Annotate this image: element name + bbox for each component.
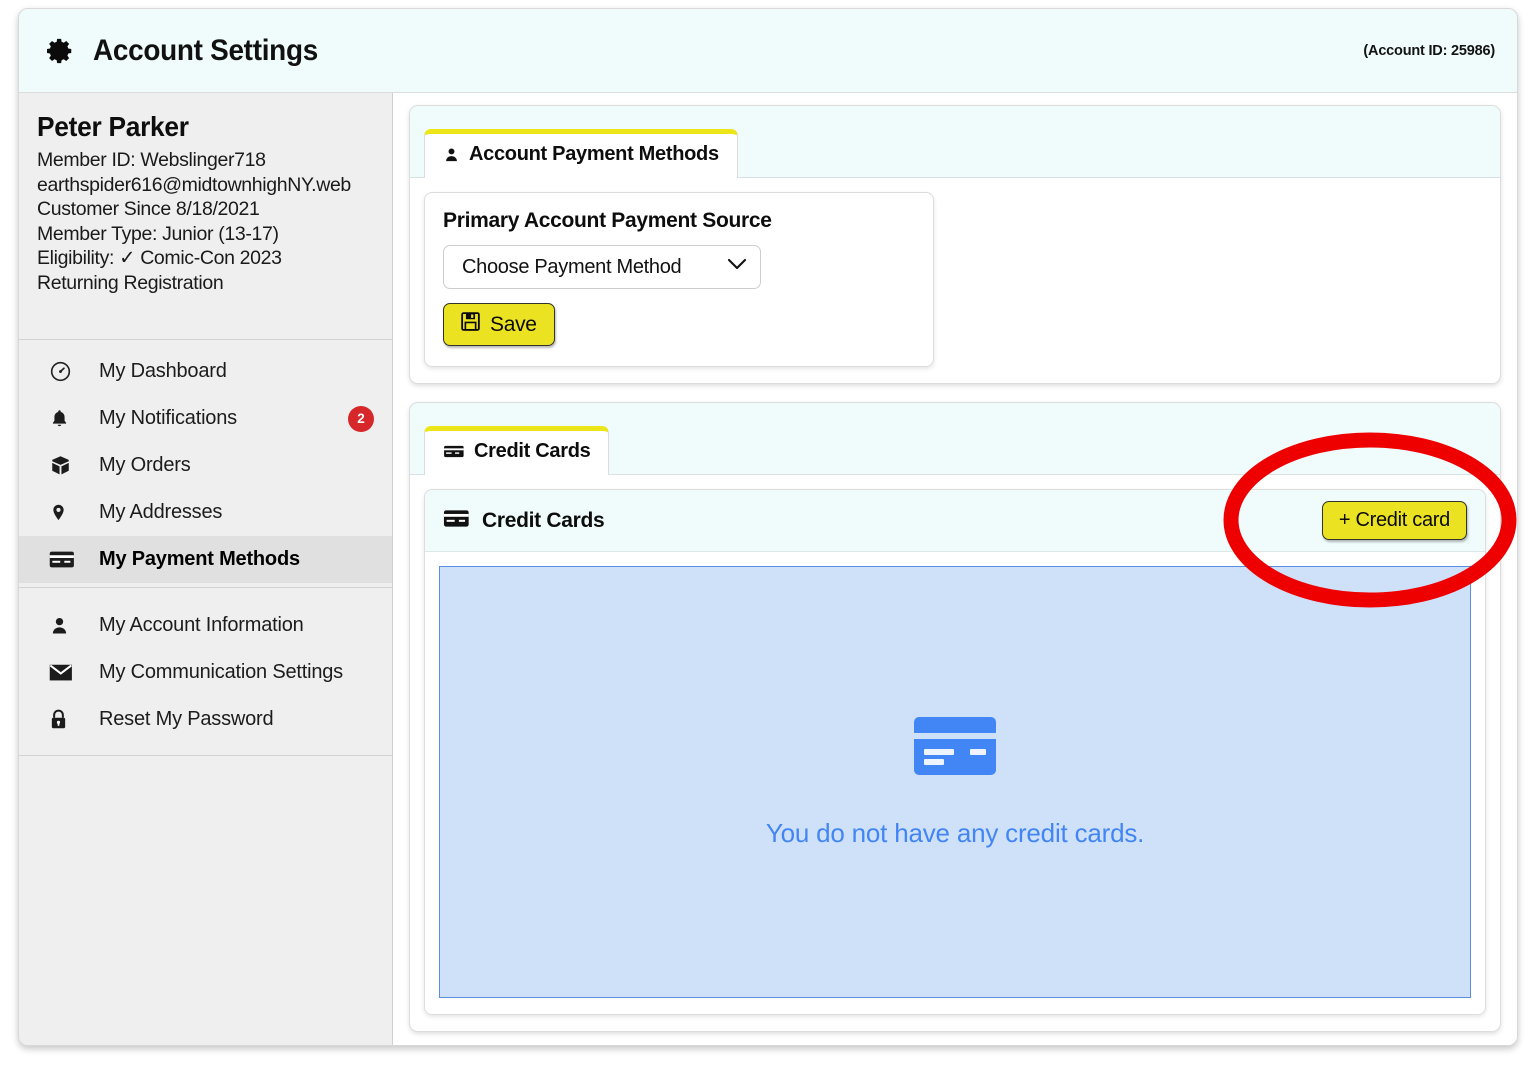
sidebar-item-label: My Account Information	[99, 614, 304, 637]
profile-summary: Peter Parker Member ID: Webslinger718 ea…	[19, 93, 392, 340]
profile-customer-since: Customer Since 8/18/2021	[37, 197, 372, 222]
sidebar-item-label: My Communication Settings	[99, 661, 343, 684]
profile-email: earthspider616@midtownhighNY.web	[37, 173, 372, 198]
add-credit-card-label: + Credit card	[1339, 509, 1450, 532]
sidebar-item-label: Reset My Password	[99, 708, 273, 731]
page-header: Account Settings (Account ID: 25986)	[19, 9, 1517, 93]
person-icon	[49, 614, 79, 638]
sidebar-empty-space	[19, 756, 392, 1045]
tab-label: Account Payment Methods	[469, 143, 719, 166]
sidebar-nav-primary: My Dashboard My Notifications 2 My O	[19, 340, 392, 588]
account-id-label: (Account ID: 25986)	[1363, 43, 1495, 59]
bell-icon	[49, 407, 79, 431]
sidebar-item-my-orders[interactable]: My Orders	[19, 442, 392, 489]
credit-card-icon	[443, 444, 465, 459]
tab-label: Credit Cards	[474, 440, 590, 463]
box-icon	[49, 454, 79, 478]
sidebar-item-my-communication-settings[interactable]: My Communication Settings	[19, 649, 392, 696]
gear-icon	[43, 34, 77, 68]
sidebar-item-my-addresses[interactable]: My Addresses	[19, 489, 392, 536]
sidebar-item-my-payment-methods[interactable]: My Payment Methods	[19, 536, 392, 583]
primary-payment-source-title: Primary Account Payment Source	[443, 209, 915, 233]
profile-member-id: Member ID: Webslinger718	[37, 148, 372, 173]
notifications-badge: 2	[348, 406, 374, 432]
credit-cards-card: Credit Cards Credit Cards + Credi	[409, 402, 1501, 1032]
credit-cards-panel-header: Credit Cards + Credit card	[425, 490, 1485, 552]
sidebar-item-label: My Notifications	[99, 407, 237, 430]
credit-cards-tab-body: Credit Cards + Credit card	[410, 475, 1500, 1031]
sidebar-nav-secondary: My Account Information My Communication …	[19, 588, 392, 756]
sidebar-item-label: My Addresses	[99, 501, 222, 524]
screenshot-root: Account Settings (Account ID: 25986) Pet…	[0, 0, 1536, 1079]
payment-method-select[interactable]: Choose Payment Method	[443, 245, 761, 289]
sidebar: Peter Parker Member ID: Webslinger718 ea…	[19, 93, 393, 1045]
credit-card-icon	[912, 715, 998, 782]
payment-method-select-wrapper: Choose Payment Method	[443, 245, 761, 289]
person-icon	[443, 146, 460, 164]
main-content: Account Payment Methods Primary Account …	[393, 93, 1517, 1045]
credit-cards-panel: Credit Cards + Credit card	[424, 489, 1486, 1015]
sidebar-item-label: My Orders	[99, 454, 191, 477]
profile-name: Peter Parker	[37, 111, 352, 143]
envelope-icon	[49, 661, 79, 685]
account-settings-window: Account Settings (Account ID: 25986) Pet…	[18, 8, 1518, 1046]
profile-registration: Returning Registration	[37, 271, 372, 296]
tab-credit-cards[interactable]: Credit Cards	[424, 426, 609, 475]
lock-icon	[49, 708, 79, 732]
credit-card-icon	[49, 548, 79, 572]
sidebar-item-my-dashboard[interactable]: My Dashboard	[19, 348, 392, 395]
sidebar-item-label: My Dashboard	[99, 360, 227, 383]
account-payment-methods-tabstrip: Account Payment Methods	[410, 106, 1500, 178]
body-split: Peter Parker Member ID: Webslinger718 ea…	[19, 93, 1517, 1045]
add-credit-card-button[interactable]: + Credit card	[1322, 501, 1467, 540]
sidebar-item-label: My Payment Methods	[99, 548, 300, 571]
sidebar-item-reset-my-password[interactable]: Reset My Password	[19, 696, 392, 743]
credit-cards-panel-title: Credit Cards	[482, 509, 604, 533]
floppy-disk-icon	[461, 312, 480, 337]
gauge-icon	[49, 360, 79, 384]
sidebar-item-my-account-information[interactable]: My Account Information	[19, 602, 392, 649]
page-title: Account Settings	[93, 34, 318, 68]
credit-card-icon	[443, 509, 470, 533]
credit-cards-panel-body: You do not have any credit cards.	[425, 552, 1485, 1014]
tab-account-payment-methods[interactable]: Account Payment Methods	[424, 129, 738, 178]
profile-member-type: Member Type: Junior (13-17)	[37, 222, 372, 247]
profile-eligibility: Eligibility: ✓ Comic-Con 2023	[37, 246, 372, 271]
account-payment-methods-card: Account Payment Methods Primary Account …	[409, 105, 1501, 384]
account-payment-methods-body: Primary Account Payment Source Choose Pa…	[410, 178, 1500, 383]
save-button[interactable]: Save	[443, 303, 555, 346]
empty-state-message: You do not have any credit cards.	[766, 818, 1144, 849]
map-pin-icon	[49, 501, 79, 525]
primary-payment-source-panel: Primary Account Payment Source Choose Pa…	[424, 192, 934, 367]
save-row: Save	[443, 303, 915, 346]
sidebar-item-my-notifications[interactable]: My Notifications 2	[19, 395, 392, 442]
save-button-label: Save	[490, 313, 537, 337]
credit-cards-tabstrip: Credit Cards	[410, 403, 1500, 475]
credit-cards-empty-state: You do not have any credit cards.	[439, 566, 1471, 998]
